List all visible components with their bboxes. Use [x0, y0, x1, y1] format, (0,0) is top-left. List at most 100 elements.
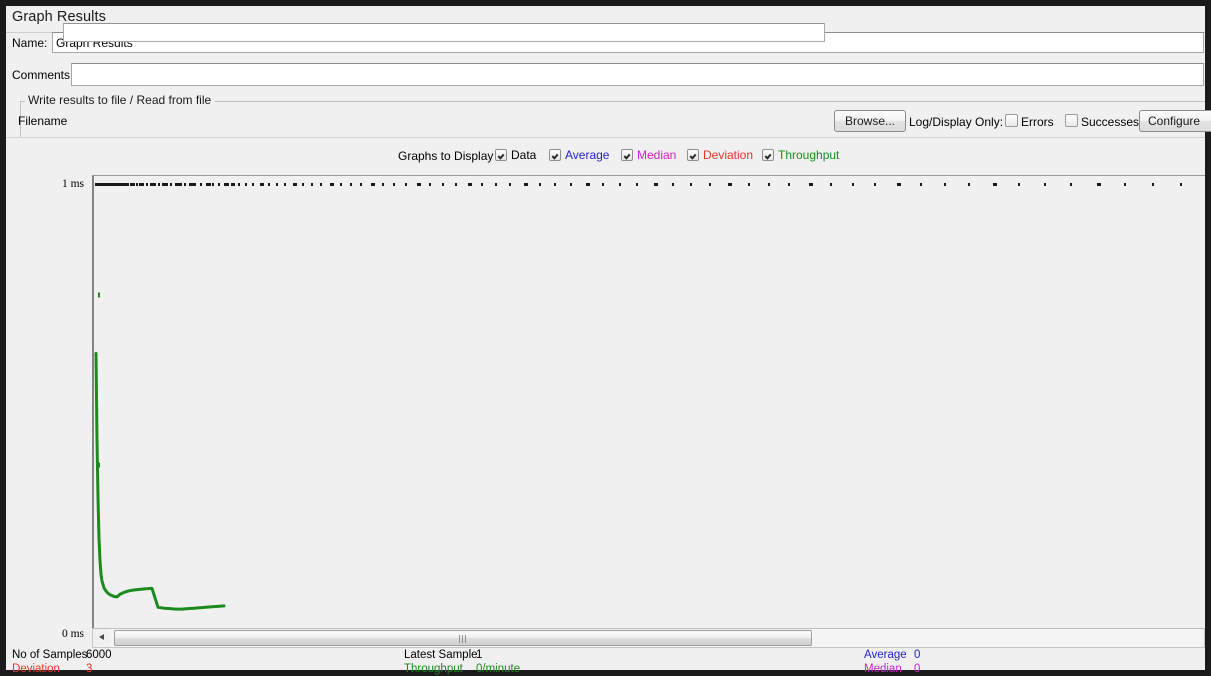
data-point	[788, 183, 790, 186]
data-point	[200, 183, 202, 186]
data-point	[340, 183, 342, 186]
graph-results-chart: 1 ms 0 ms	[6, 167, 1205, 640]
graph-results-window: Graph Results Name: Comments: Write resu…	[0, 0, 1211, 676]
comments-label: Comments:	[12, 68, 74, 82]
data-point	[393, 183, 395, 186]
errors-checkbox[interactable]	[1005, 114, 1018, 127]
data-point	[809, 183, 813, 186]
data-point	[293, 183, 297, 186]
data-point	[1018, 183, 1020, 186]
configure-button[interactable]: Configure	[1139, 110, 1211, 132]
data-point	[830, 183, 832, 186]
y-axis-max-label: 1 ms	[61, 178, 84, 190]
data-point	[252, 183, 254, 186]
data-point	[897, 183, 901, 186]
data-point	[417, 183, 421, 186]
comments-row: Comments:	[6, 63, 1205, 87]
graph-toggle-throughput[interactable]: Throughput	[762, 148, 839, 162]
data-point	[1124, 183, 1126, 186]
data-point	[120, 183, 122, 186]
data-point	[429, 183, 431, 186]
data-point	[224, 183, 229, 186]
data-point	[468, 183, 472, 186]
data-point	[154, 183, 156, 186]
data-point	[570, 183, 572, 186]
data-point	[260, 183, 264, 186]
checkbox-icon	[762, 149, 774, 161]
data-point	[184, 183, 186, 186]
data-point	[245, 183, 247, 186]
data-point	[371, 183, 375, 186]
data-point	[509, 183, 511, 186]
plot-canvas	[92, 175, 1205, 637]
data-point	[993, 183, 997, 186]
data-point	[118, 183, 120, 186]
throughput-value: 0/minute	[476, 663, 521, 675]
data-point	[114, 183, 116, 186]
checkbox-icon	[687, 149, 699, 161]
data-point	[1152, 183, 1154, 186]
data-point	[142, 183, 144, 186]
chart-horizontal-scrollbar[interactable]	[92, 628, 1205, 648]
data-point	[728, 183, 732, 186]
data-point	[302, 183, 304, 186]
data-point	[455, 183, 457, 186]
data-point	[654, 183, 658, 186]
checkbox-icon	[549, 149, 561, 161]
data-point	[852, 183, 854, 186]
data-point	[112, 183, 114, 186]
data-point	[920, 183, 922, 186]
data-point	[98, 183, 100, 186]
graph-toggle-label: Average	[565, 148, 610, 162]
graph-toggle-label: Throughput	[778, 148, 840, 162]
data-point	[524, 183, 528, 186]
graph-toggle-label: Median	[637, 148, 677, 162]
data-point	[968, 183, 970, 186]
latest-sample-value: 1	[476, 649, 483, 661]
successes-checkbox[interactable]	[1065, 114, 1078, 127]
graph-toggle-average[interactable]: Average	[549, 148, 609, 162]
data-point	[586, 183, 590, 186]
errors-label: Errors	[1021, 115, 1054, 129]
data-point	[166, 183, 168, 186]
scrollbar-thumb[interactable]	[114, 630, 812, 646]
data-point	[602, 183, 604, 186]
median-value: 0	[914, 663, 921, 675]
data-point	[539, 183, 541, 186]
data-point	[238, 183, 240, 186]
browse-button[interactable]: Browse...	[834, 110, 906, 132]
checkbox-icon	[621, 149, 633, 161]
isolated-mark	[98, 462, 100, 468]
data-point	[481, 183, 483, 186]
data-point	[231, 183, 235, 186]
data-point	[180, 183, 182, 186]
data-point	[101, 183, 103, 186]
data-point	[382, 183, 384, 186]
filename-label: Filename	[18, 114, 68, 128]
data-point	[106, 183, 108, 186]
data-point	[133, 183, 135, 186]
graph-toggle-data[interactable]: Data	[495, 148, 536, 162]
graph-toggle-deviation[interactable]: Deviation	[687, 148, 753, 162]
graph-toggle-median[interactable]: Median	[621, 148, 676, 162]
filename-input[interactable]	[63, 23, 825, 42]
comments-input[interactable]	[71, 63, 1204, 86]
throughput-label: Throughput	[404, 663, 463, 675]
data-point	[405, 183, 407, 186]
scrollbar-grip-icon	[458, 635, 468, 643]
average-label: Average	[864, 649, 907, 661]
data-point	[442, 183, 444, 186]
data-point	[194, 183, 196, 186]
data-point	[212, 183, 214, 186]
data-point	[748, 183, 750, 186]
y-axis-min-label: 0 ms	[61, 628, 84, 640]
graphs-to-display-label: Graphs to Display	[398, 149, 494, 163]
data-point	[554, 183, 556, 186]
average-value: 0	[914, 649, 921, 661]
data-point	[768, 183, 770, 186]
data-point	[146, 183, 148, 186]
log-display-only-label: Log/Display Only:	[909, 115, 1004, 129]
scroll-left-arrow-icon[interactable]	[93, 629, 110, 646]
data-point	[636, 183, 638, 186]
data-point	[619, 183, 621, 186]
